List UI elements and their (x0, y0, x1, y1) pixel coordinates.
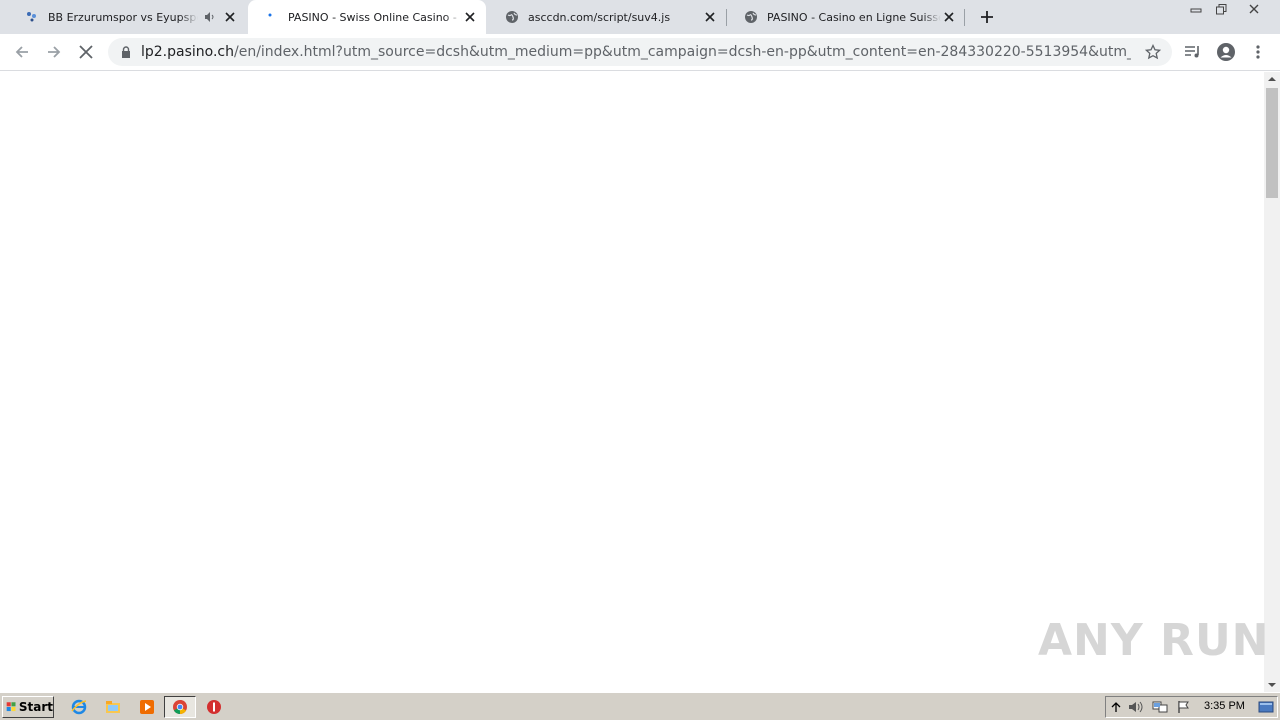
windows-taskbar: Start 3:35 PM (0, 692, 1280, 720)
close-window-icon[interactable] (1242, 0, 1266, 18)
scrollbar-thumb[interactable] (1266, 88, 1278, 198)
tab-title: PASINO - Swiss Online Casino - by C (288, 10, 462, 24)
forward-arrow-icon[interactable] (42, 40, 66, 64)
globe-icon (504, 9, 520, 25)
url-path: /en/index.html?utm_source=dcsh&utm_mediu… (234, 44, 1131, 60)
bookmark-star-icon[interactable] (1144, 43, 1162, 61)
opera-icon[interactable] (205, 698, 223, 716)
system-tray: 3:35 PM (1105, 696, 1278, 718)
media-player-icon[interactable] (138, 698, 156, 716)
tab-strip: BB Erzurumspor vs Eyupspor - H PASINO - … (0, 0, 1280, 34)
action-center-flag-icon[interactable] (1176, 699, 1192, 715)
tab-erzurumspor[interactable]: BB Erzurumspor vs Eyupspor - H (8, 0, 246, 34)
speaker-icon[interactable] (202, 9, 218, 25)
close-tab-icon[interactable] (222, 9, 238, 25)
bird-icon (24, 9, 40, 25)
show-desktop-icon[interactable] (1258, 699, 1274, 715)
scroll-down-arrow-icon[interactable] (1264, 678, 1280, 692)
watermark-text: ANY RUN (1038, 614, 1270, 666)
start-button[interactable]: Start (2, 696, 54, 718)
globe-icon (743, 9, 759, 25)
profile-avatar-icon[interactable] (1214, 40, 1238, 64)
start-label: Start (18, 700, 53, 714)
close-tab-icon[interactable] (941, 9, 957, 25)
chrome-icon (171, 698, 189, 716)
tab-separator (964, 9, 965, 26)
url-text[interactable]: lp2.pasino.ch/en/index.html?utm_source=d… (141, 44, 1131, 60)
menu-dots-icon[interactable] (1246, 40, 1270, 64)
lock-icon[interactable] (118, 44, 134, 60)
tab-title: PASINO - Casino en Ligne Suisse - S (767, 10, 941, 24)
network-icon[interactable] (1152, 699, 1168, 715)
scroll-up-arrow-icon[interactable] (1264, 72, 1280, 86)
media-control-icon[interactable] (1181, 40, 1205, 64)
chrome-taskbar-button[interactable] (164, 696, 196, 718)
stop-loading-icon[interactable] (74, 40, 98, 64)
tab-pasino-fr[interactable]: PASINO - Casino en Ligne Suisse - S (727, 0, 965, 34)
minimize-window-icon[interactable] (1184, 0, 1208, 18)
clock-time[interactable]: 3:35 PM (1204, 700, 1245, 712)
tab-title: BB Erzurumspor vs Eyupspor - H (48, 10, 198, 24)
tab-title: asccdn.com/script/suv4.js (528, 10, 702, 24)
tab-pasino-active[interactable]: PASINO - Swiss Online Casino - by C (248, 0, 486, 34)
vertical-scrollbar[interactable] (1264, 72, 1280, 692)
anyrun-watermark: ANY RUN (1038, 608, 1270, 672)
tab-asccdn[interactable]: asccdn.com/script/suv4.js (488, 0, 726, 34)
address-bar[interactable]: lp2.pasino.ch/en/index.html?utm_source=d… (108, 38, 1172, 66)
url-host: lp2.pasino.ch (141, 44, 234, 60)
new-tab-plus-icon[interactable] (976, 6, 998, 28)
restore-window-icon[interactable] (1209, 0, 1233, 18)
volume-icon[interactable] (1128, 699, 1144, 715)
page-content[interactable] (0, 72, 1264, 692)
windows-flag-icon (6, 702, 16, 712)
browser-toolbar: lp2.pasino.ch/en/index.html?utm_source=d… (0, 34, 1280, 71)
file-explorer-icon[interactable] (104, 698, 122, 716)
show-hidden-icons-arrow-icon[interactable] (1108, 699, 1124, 715)
loading-dot-icon (264, 9, 280, 25)
close-tab-icon[interactable] (702, 9, 718, 25)
back-arrow-icon[interactable] (10, 40, 34, 64)
internet-explorer-icon[interactable] (70, 698, 88, 716)
close-tab-icon[interactable] (462, 9, 478, 25)
